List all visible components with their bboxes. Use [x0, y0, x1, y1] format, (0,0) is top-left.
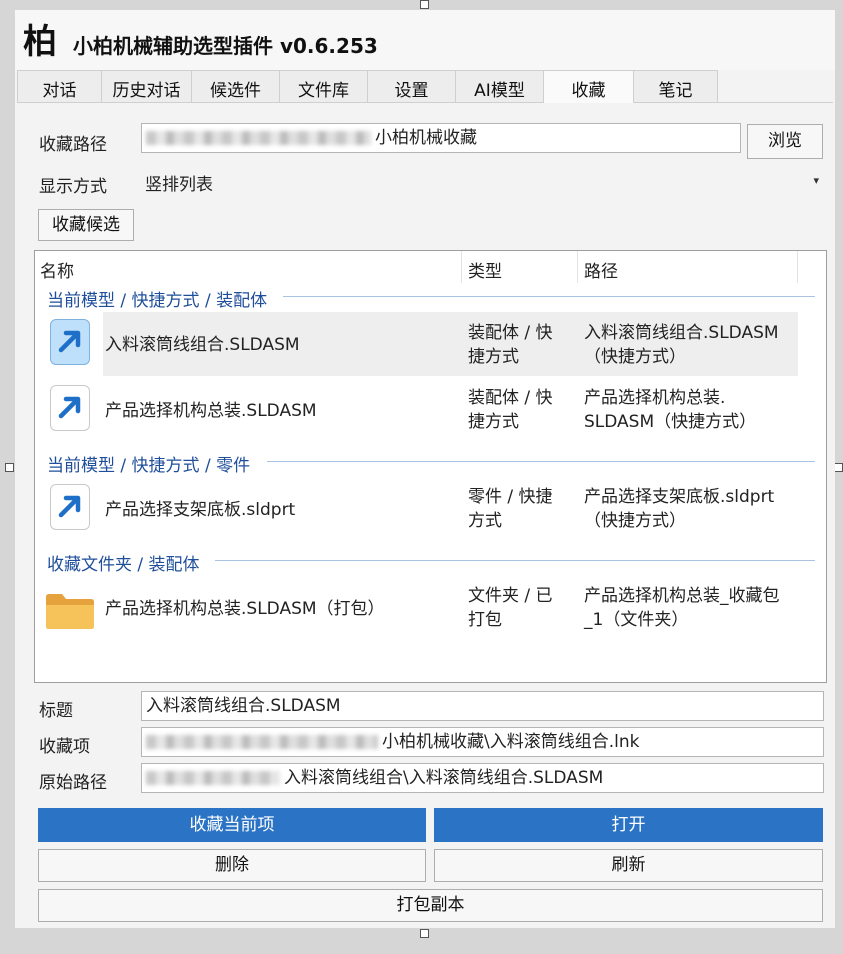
resize-handle-left[interactable]: [5, 463, 14, 472]
resize-handle-bottom[interactable]: [420, 929, 429, 938]
list-item-name[interactable]: 产品选择机构总装.SLDASM（打包）: [105, 597, 385, 621]
type-line: 方式: [468, 511, 502, 531]
tab-history[interactable]: 历史对话: [101, 70, 192, 102]
tab-notes[interactable]: 笔记: [633, 70, 718, 102]
tab-bar: 对话 历史对话 候选件 文件库 设置 AI模型 收藏 笔记: [17, 70, 833, 103]
column-separator: [797, 251, 798, 283]
group-divider: [267, 461, 815, 462]
favorite-item-input[interactable]: 小柏机械收藏\入料滚筒线组合.lnk: [141, 727, 824, 757]
favorite-current-button[interactable]: 收藏当前项: [38, 808, 426, 842]
favorites-list[interactable]: 名称 类型 路径 当前模型 / 快捷方式 / 装配体 入料滚筒线组合.SLDAS…: [34, 250, 827, 683]
type-line: 装配体 / 快: [468, 323, 553, 343]
type-line: 捷方式: [468, 347, 519, 367]
list-item-type: 零件 / 快捷 方式: [468, 485, 553, 533]
path-line: 产品选择机构总装.: [584, 388, 726, 408]
redacted-path-segment: [146, 735, 378, 749]
path-line: 产品选择机构总装_收藏包: [584, 586, 780, 606]
title-label: 标题: [39, 701, 73, 721]
group-divider: [283, 296, 815, 297]
column-header-type[interactable]: 类型: [468, 257, 502, 282]
shortcut-arrow-icon: [50, 385, 90, 431]
app-logo: 柏: [23, 22, 57, 62]
list-item-type: 文件夹 / 已 打包: [468, 584, 553, 632]
resize-handle-top[interactable]: [420, 0, 429, 9]
favorites-path-input[interactable]: 小柏机械收藏: [141, 123, 741, 153]
origin-path-value: 入料滚筒线组合\入料滚筒线组合.SLDASM: [284, 768, 604, 788]
display-mode-select[interactable]: 竖排列表 ▾: [141, 166, 823, 198]
shortcut-arrow-icon: [50, 319, 90, 365]
list-item-name[interactable]: 产品选择支架底板.sldprt: [105, 498, 295, 522]
favorite-item-value: 小柏机械收藏\入料滚筒线组合.lnk: [382, 732, 640, 752]
redacted-path-segment: [146, 131, 371, 145]
tab-file-library[interactable]: 文件库: [279, 70, 368, 102]
list-item-type: 装配体 / 快 捷方式: [468, 386, 553, 434]
column-header-path[interactable]: 路径: [584, 257, 618, 282]
favorite-item-label: 收藏项: [39, 737, 90, 757]
path-line: _1（文件夹）: [584, 610, 689, 630]
list-item-name[interactable]: 入料滚筒线组合.SLDASM: [105, 333, 300, 357]
path-line: 产品选择支架底板.sldprt: [584, 487, 775, 507]
list-item-name[interactable]: 产品选择机构总装.SLDASM: [105, 399, 317, 423]
group-divider: [215, 560, 815, 561]
type-line: 捷方式: [468, 412, 519, 432]
pack-copy-button[interactable]: 打包副本: [38, 889, 823, 922]
group-header: 当前模型 / 快捷方式 / 装配体: [47, 291, 268, 311]
path-line: SLDASM（快捷方式）: [584, 412, 757, 432]
path-line: 入料滚筒线组合.SLDASM: [584, 323, 779, 343]
dropdown-arrow-icon: ▾: [813, 174, 819, 187]
column-header-name[interactable]: 名称: [40, 257, 74, 282]
path-line: （快捷方式）: [584, 511, 686, 531]
type-line: 零件 / 快捷: [468, 487, 553, 507]
display-mode-label: 显示方式: [39, 177, 107, 197]
favorite-candidates-button[interactable]: 收藏候选: [38, 209, 134, 241]
browse-button[interactable]: 浏览: [747, 124, 823, 159]
list-item-type: 装配体 / 快 捷方式: [468, 321, 553, 369]
origin-path-input[interactable]: 入料滚筒线组合\入料滚筒线组合.SLDASM: [141, 763, 824, 793]
group-header: 收藏文件夹 / 装配体: [47, 555, 200, 575]
display-mode-value: 竖排列表: [145, 175, 213, 195]
type-line: 文件夹 / 已: [468, 586, 553, 606]
path-line: （快捷方式）: [584, 347, 686, 367]
group-header: 当前模型 / 快捷方式 / 零件: [47, 456, 251, 476]
list-item-path: 入料滚筒线组合.SLDASM （快捷方式）: [584, 321, 779, 369]
app-title: 小柏机械辅助选型插件 v0.6.253: [73, 34, 378, 58]
delete-button[interactable]: 删除: [38, 849, 426, 882]
list-item-path: 产品选择支架底板.sldprt （快捷方式）: [584, 485, 774, 533]
tab-favorites[interactable]: 收藏: [543, 70, 634, 103]
favorites-path-label: 收藏路径: [39, 135, 107, 155]
title-bar: 柏 小柏机械辅助选型插件 v0.6.253: [15, 10, 835, 70]
tab-ai-model[interactable]: AI模型: [455, 70, 544, 102]
redacted-path-segment: [146, 771, 280, 785]
resize-handle-right[interactable]: [834, 463, 843, 472]
title-input[interactable]: 入料滚筒线组合.SLDASM: [141, 691, 824, 721]
shortcut-arrow-icon: [50, 484, 90, 530]
refresh-button[interactable]: 刷新: [434, 849, 823, 882]
column-separator: [577, 251, 578, 283]
tab-settings[interactable]: 设置: [367, 70, 456, 102]
plugin-panel: 柏 小柏机械辅助选型插件 v0.6.253 对话 历史对话 候选件 文件库 设置…: [15, 10, 835, 928]
list-item-path: 产品选择机构总装_收藏包 _1（文件夹）: [584, 584, 780, 632]
type-line: 打包: [468, 610, 502, 630]
origin-path-label: 原始路径: [39, 773, 107, 793]
list-item-path: 产品选择机构总装. SLDASM（快捷方式）: [584, 386, 756, 434]
favorites-path-value: 小柏机械收藏: [375, 128, 477, 148]
tab-chat[interactable]: 对话: [17, 70, 102, 102]
open-button[interactable]: 打开: [434, 808, 823, 842]
column-separator: [461, 251, 462, 283]
folder-icon: [46, 594, 94, 629]
type-line: 装配体 / 快: [468, 388, 553, 408]
tab-candidates[interactable]: 候选件: [191, 70, 280, 102]
